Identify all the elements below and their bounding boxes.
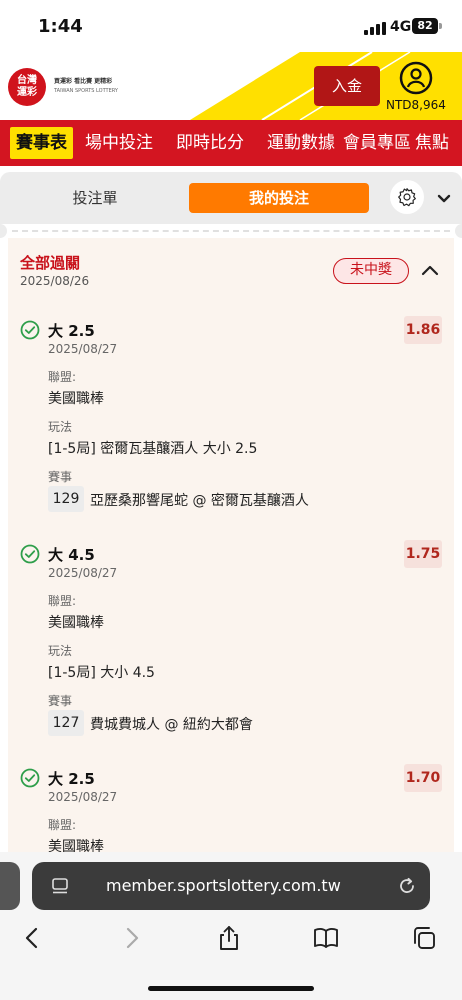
event-label: 賽事 (48, 694, 73, 708)
status-bar: 1:44 4G 82 (0, 0, 462, 52)
settings-button[interactable] (390, 180, 424, 214)
user-account-icon[interactable] (399, 61, 433, 95)
forward-arrow-icon[interactable] (118, 924, 146, 952)
parlay-title: 全部過關 (20, 254, 81, 272)
tab-betslip[interactable]: 投注單 (50, 183, 140, 213)
site-header: 台灣 運彩 買運彩 看比賽 更精彩 TAIWAN SPORTS LOTTERY … (0, 52, 462, 120)
signal-icon (364, 22, 386, 35)
gear-icon (398, 188, 416, 207)
ticket-notch-right (455, 224, 462, 238)
tab-my-bets[interactable]: 我的投注 (189, 183, 369, 213)
bookmarks-icon[interactable] (312, 924, 340, 952)
leg-pick: 大 4.5 (48, 546, 95, 564)
browser-toolbar: member.sportslottery.com.tw (0, 852, 462, 1000)
dashed-divider (12, 230, 450, 232)
check-circle-icon (20, 320, 40, 340)
logo-line2: 運彩 (17, 87, 37, 98)
nav-item-sports-data[interactable]: 運動數據 (255, 120, 339, 166)
bet-type-label: 玩法 (48, 420, 73, 434)
logo-en: TAIWAN SPORTS LOTTERY (54, 88, 118, 94)
league-value: 美國職棒 (48, 615, 104, 631)
status-badge: 未中獎 (333, 258, 409, 284)
bet-tabs: 投注單 我的投注 (0, 172, 462, 224)
nav-item-schedule[interactable]: 賽事表 (10, 127, 73, 159)
home-indicator (148, 986, 314, 991)
bet-ticket: 全部過關 2025/08/26 未中獎 大 2.5 2025/08/27 1.8… (8, 238, 454, 858)
leg-odds: 1.75 (404, 540, 442, 568)
leg-date: 2025/08/27 (48, 790, 118, 804)
leg-date: 2025/08/27 (48, 566, 118, 580)
league-label: 聯盟: (48, 594, 77, 608)
nav-item-member-zone[interactable]: 會員專區 (339, 120, 415, 166)
nav-item-live-score[interactable]: 即時比分 (164, 120, 255, 166)
status-time: 1:44 (38, 16, 83, 37)
leg-date: 2025/08/27 (48, 342, 118, 356)
bet-leg: 大 4.5 2025/08/27 1.75 聯盟: 美國職棒 玩法 [1-5局]… (8, 540, 454, 764)
account-balance: NTD8,964 (386, 98, 446, 112)
logo-tagline: 買運彩 看比賽 更精彩 (54, 78, 113, 85)
chevron-up-icon[interactable] (418, 258, 442, 282)
ticket-divider (0, 224, 462, 238)
previous-tab-preview[interactable] (0, 862, 20, 910)
leg-odds: 1.70 (404, 764, 442, 792)
url-text: member.sportslottery.com.tw (106, 876, 341, 895)
league-label: 聯盟: (48, 818, 77, 832)
bet-leg: 大 2.5 2025/08/27 1.70 聯盟: 美國職棒 (8, 764, 454, 858)
page-menu-icon[interactable] (50, 876, 70, 896)
logo-text: 買運彩 看比賽 更精彩 TAIWAN SPORTS LOTTERY (54, 76, 118, 94)
bet-type-label: 玩法 (48, 644, 73, 658)
check-circle-icon (20, 544, 40, 564)
back-arrow-icon[interactable] (18, 924, 46, 952)
leg-odds: 1.86 (404, 316, 442, 344)
bet-leg: 大 2.5 2025/08/27 1.86 聯盟: 美國職棒 玩法 [1-5局]… (8, 316, 454, 540)
share-icon[interactable] (215, 924, 243, 952)
league-label: 聯盟: (48, 370, 77, 384)
ticket-notch-left (0, 224, 7, 238)
main-nav: 賽事表 場中投注 即時比分 運動數據 會員專區 焦點 (0, 120, 462, 166)
event-number: 127 (48, 710, 84, 736)
event-name: 費城費城人 @ 紐約大都會 (90, 717, 253, 733)
battery-icon: 82 (412, 18, 438, 34)
bet-type-value: [1-5局] 密爾瓦基釀酒人 大小 2.5 (48, 441, 258, 457)
tabs-icon[interactable] (410, 924, 438, 952)
site-logo[interactable]: 台灣 運彩 (8, 68, 46, 106)
check-circle-icon (20, 768, 40, 788)
leg-pick: 大 2.5 (48, 770, 95, 788)
parlay-date: 2025/08/26 (20, 274, 90, 288)
reload-icon[interactable] (396, 875, 418, 897)
leg-pick: 大 2.5 (48, 322, 95, 340)
battery-tip (439, 23, 442, 29)
deposit-button[interactable]: 入金 (314, 66, 380, 106)
network-label: 4G (390, 19, 412, 35)
chevron-down-icon[interactable] (432, 186, 456, 210)
logo-line1: 台灣 (17, 75, 37, 86)
event-number: 129 (48, 486, 84, 512)
bet-type-value: [1-5局] 大小 4.5 (48, 665, 155, 681)
league-value: 美國職棒 (48, 391, 104, 407)
nav-item-live-betting[interactable]: 場中投注 (73, 120, 164, 166)
nav-item-focus[interactable]: 焦點 (415, 120, 449, 166)
address-bar[interactable]: member.sportslottery.com.tw (32, 862, 430, 910)
event-label: 賽事 (48, 470, 73, 484)
event-name: 亞歷桑那響尾蛇 @ 密爾瓦基釀酒人 (90, 493, 309, 509)
